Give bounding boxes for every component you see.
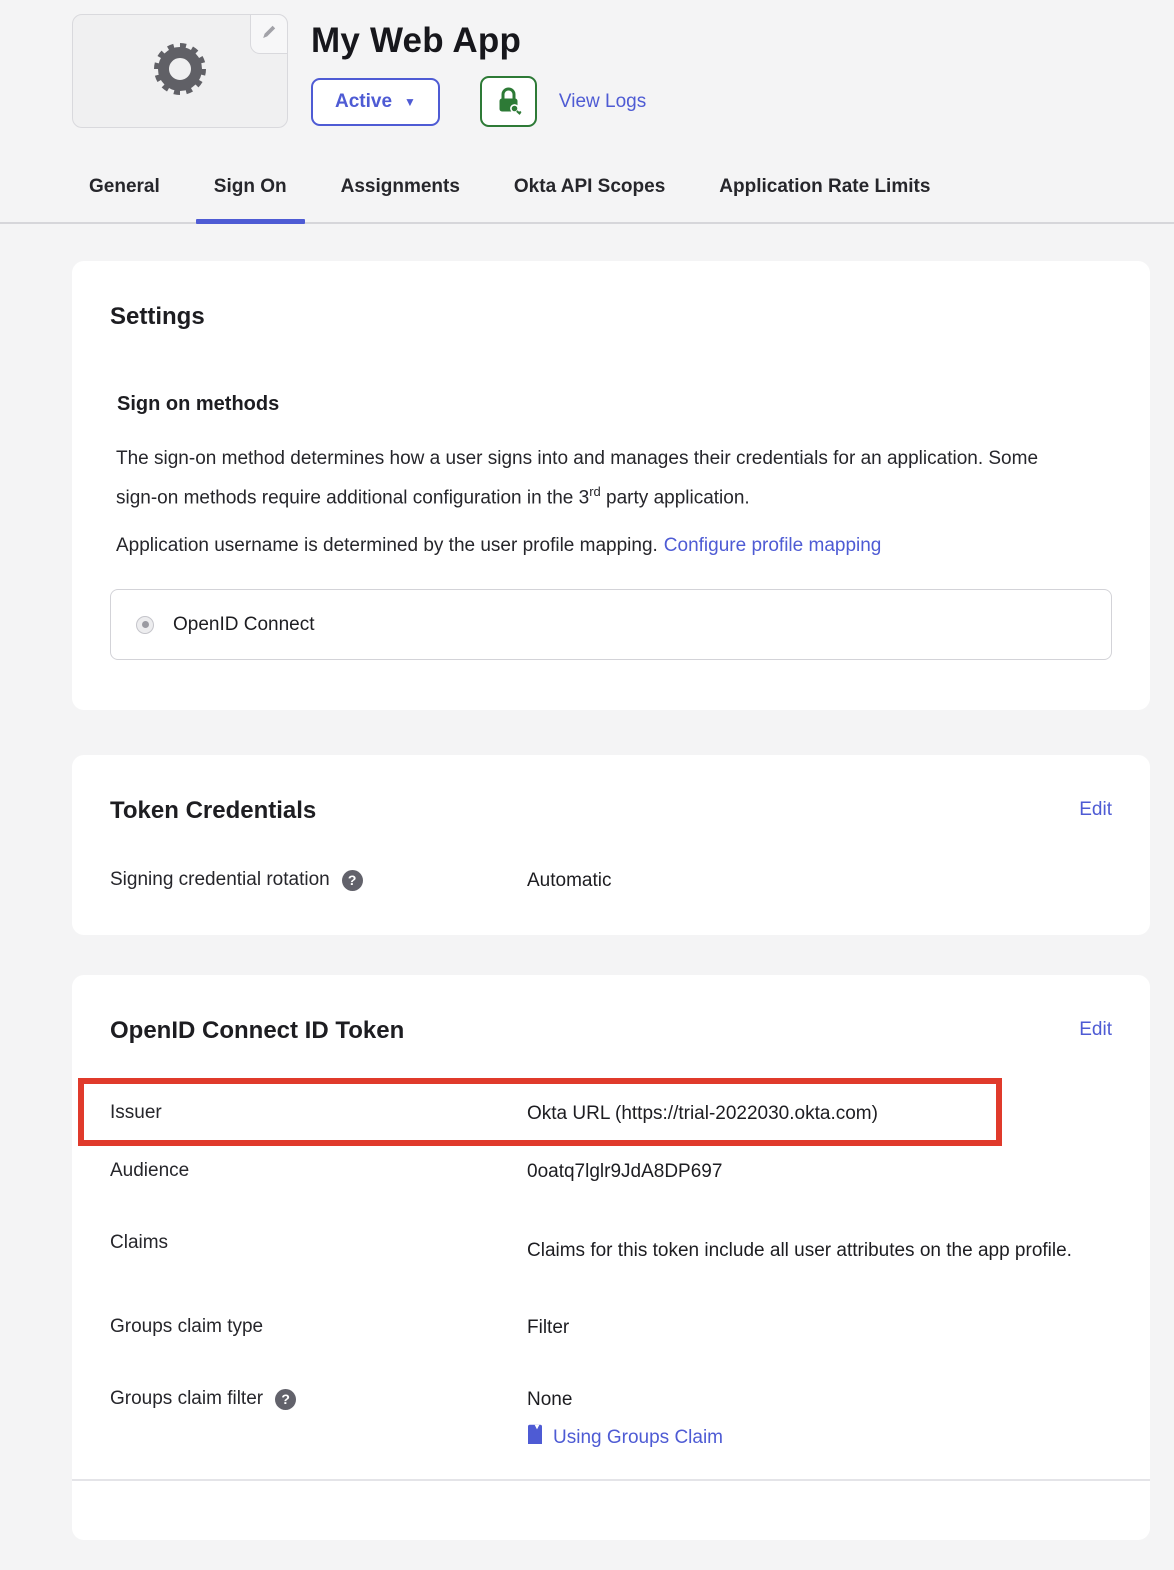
row-label: Groups claim filter ?	[110, 1388, 527, 1410]
tab-assignments[interactable]: Assignments	[341, 176, 460, 222]
id-token-card: OpenID Connect ID Token Edit Issuer Okta…	[72, 975, 1150, 1540]
claims-row: Claims Claims for this token include all…	[110, 1232, 1112, 1270]
username-mapping-description: Application username is determined by th…	[116, 529, 1056, 562]
chevron-down-icon: ▼	[404, 96, 416, 108]
description-text-part2: party application.	[601, 487, 750, 508]
status-label: Active	[335, 91, 392, 113]
app-logo-tile	[72, 14, 288, 128]
id-token-title: OpenID Connect ID Token	[110, 1017, 404, 1045]
issuer-row-highlight-annotation: Issuer Okta URL (https://trial-2022030.o…	[110, 1102, 1112, 1126]
sign-on-method-option: OpenID Connect	[110, 589, 1112, 660]
id-token-edit-link[interactable]: Edit	[1079, 1019, 1112, 1041]
audience-row: Audience 0oatq7lglr9JdA8DP697	[110, 1160, 1112, 1184]
page-title: My Web App	[311, 21, 646, 61]
gear-icon	[152, 41, 208, 102]
audience-value: 0oatq7lglr9JdA8DP697	[527, 1160, 1112, 1184]
groups-claim-filter-value-cell: None Using Groups Claim	[527, 1388, 1112, 1452]
lock-button[interactable]	[480, 76, 537, 127]
issuer-value: Okta URL (https://trial-2022030.okta.com…	[527, 1102, 1112, 1126]
groups-claim-filter-row: Groups claim filter ? None Using Groups …	[110, 1388, 1112, 1452]
using-groups-claim-link[interactable]: Using Groups Claim	[527, 1424, 1112, 1452]
header-actions: Active ▼ View Logs	[311, 76, 646, 127]
tab-bar: General Sign On Assignments Okta API Sco…	[0, 176, 1174, 224]
configure-profile-mapping-link[interactable]: Configure profile mapping	[664, 535, 882, 556]
lock-key-icon	[495, 86, 522, 118]
sign-on-methods-description: The sign-on method determines how a user…	[116, 442, 1056, 514]
tab-general[interactable]: General	[89, 176, 160, 222]
description-text-part1: The sign-on method determines how a user…	[116, 448, 1038, 508]
app-header-right: My Web App Active ▼ View Logs	[311, 14, 646, 128]
signing-credential-rotation-row: Signing credential rotation ? Automatic	[110, 869, 1112, 893]
signing-credential-rotation-value: Automatic	[527, 869, 1112, 893]
pencil-icon	[260, 23, 278, 46]
app-header: My Web App Active ▼ View Logs	[72, 14, 1174, 128]
tab-application-rate-limits[interactable]: Application Rate Limits	[719, 176, 930, 222]
section-divider	[72, 1479, 1150, 1481]
sign-on-method-label: OpenID Connect	[173, 614, 315, 636]
groups-claim-filter-label: Groups claim filter	[110, 1388, 263, 1410]
help-icon[interactable]: ?	[275, 1389, 296, 1410]
sign-on-methods-heading: Sign on methods	[117, 393, 1112, 416]
status-dropdown-button[interactable]: Active ▼	[311, 78, 440, 126]
radio-button-selected[interactable]	[136, 616, 154, 634]
settings-card: Settings Sign on methods The sign-on met…	[72, 261, 1150, 710]
username-mapping-text: Application username is determined by th…	[116, 535, 658, 556]
id-token-header: OpenID Connect ID Token Edit	[110, 1005, 1112, 1045]
groups-claim-type-label: Groups claim type	[110, 1316, 527, 1338]
groups-claim-filter-value: None	[527, 1388, 1112, 1412]
using-groups-claim-label: Using Groups Claim	[553, 1426, 723, 1450]
token-credentials-edit-link[interactable]: Edit	[1079, 799, 1112, 821]
audience-label: Audience	[110, 1160, 527, 1182]
edit-logo-button[interactable]	[250, 14, 288, 54]
issuer-label: Issuer	[110, 1102, 527, 1124]
token-credentials-header: Token Credentials Edit	[110, 785, 1112, 825]
view-logs-link[interactable]: View Logs	[559, 91, 646, 113]
groups-claim-type-row: Groups claim type Filter	[110, 1316, 1112, 1340]
help-icon[interactable]: ?	[342, 870, 363, 891]
token-credentials-title: Token Credentials	[110, 797, 316, 825]
signing-credential-rotation-label: Signing credential rotation	[110, 869, 330, 891]
token-credentials-card: Token Credentials Edit Signing credentia…	[72, 755, 1150, 935]
tab-okta-api-scopes[interactable]: Okta API Scopes	[514, 176, 665, 222]
settings-card-title: Settings	[110, 303, 1112, 331]
bookmark-icon	[527, 1424, 543, 1452]
groups-claim-type-value: Filter	[527, 1316, 1112, 1340]
claims-label: Claims	[110, 1232, 527, 1254]
tab-sign-on[interactable]: Sign On	[214, 176, 287, 222]
claims-value: Claims for this token include all user a…	[527, 1232, 1112, 1270]
description-superscript: rd	[589, 484, 601, 499]
row-label: Signing credential rotation ?	[110, 869, 527, 891]
